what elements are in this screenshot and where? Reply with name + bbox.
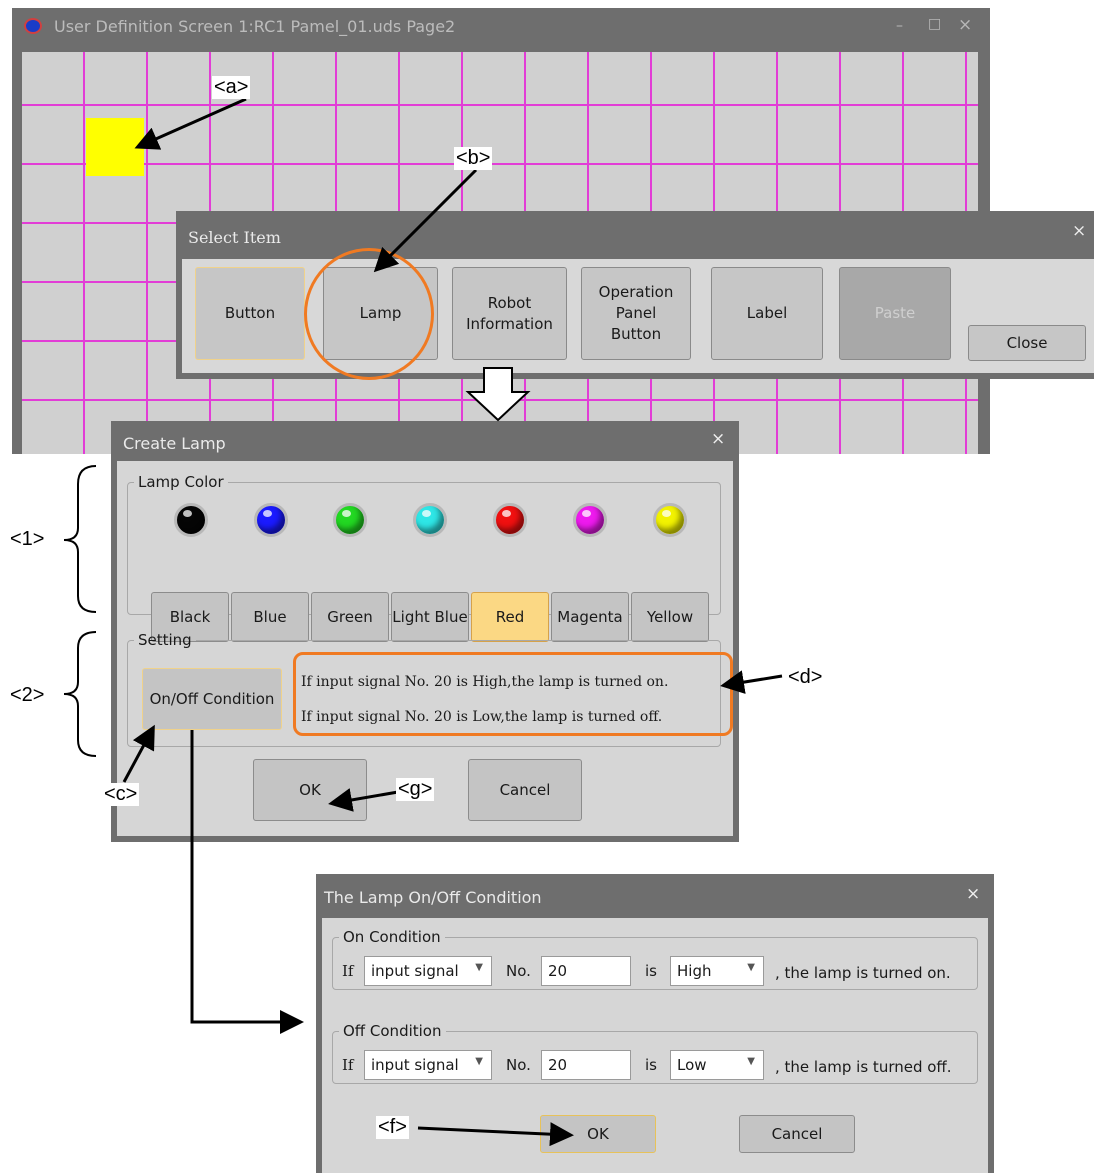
annotation-f: <f> bbox=[376, 1116, 409, 1139]
connector-to-condition bbox=[190, 730, 304, 1034]
arrow-b bbox=[373, 168, 478, 273]
brace-1 bbox=[63, 465, 97, 613]
annotation-2: <2> bbox=[8, 684, 47, 707]
annotation-overlay bbox=[63, 97, 783, 1147]
annotation-c: <c> bbox=[102, 783, 140, 806]
arrow-a bbox=[134, 97, 247, 150]
arrow-g bbox=[328, 788, 399, 812]
annotation-b: <b> bbox=[454, 147, 493, 170]
annotation-1: <1> bbox=[8, 528, 47, 551]
arrow-d bbox=[720, 670, 783, 694]
annotation-g: <g> bbox=[396, 778, 435, 801]
arrow-f bbox=[417, 1122, 574, 1147]
down-arrow-icon bbox=[465, 367, 531, 422]
arrow-c bbox=[122, 724, 155, 783]
annotation-a: <a> bbox=[212, 76, 251, 99]
brace-2 bbox=[63, 631, 97, 757]
annotation-d: <d> bbox=[786, 666, 825, 689]
